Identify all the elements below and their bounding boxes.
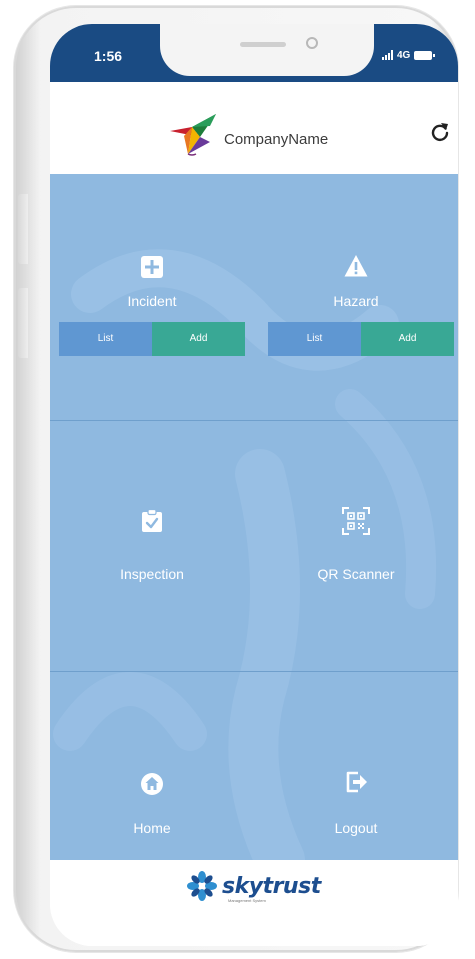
incident-add-button[interactable]: Add — [152, 322, 245, 356]
hazard-label: Hazard — [333, 293, 379, 309]
logout-icon — [346, 771, 367, 793]
qr-code-icon — [342, 507, 370, 535]
network-type: 4G — [397, 49, 411, 61]
signal-indicators: 4G — [382, 49, 436, 61]
hazard-add-button[interactable]: Add — [361, 322, 454, 356]
company-name: CompanyName — [224, 130, 329, 148]
hazard-tile[interactable]: Hazard List Add — [254, 174, 458, 420]
notch — [160, 24, 374, 76]
status-time: 1:56 — [94, 48, 123, 64]
phone-frame: 1:56 4G CompanyName Incident List Add Ha… — [14, 6, 458, 952]
home-label: Home — [133, 820, 171, 836]
qr-scanner-tile[interactable]: QR Scanner — [254, 421, 458, 671]
warning-triangle-icon — [344, 255, 368, 277]
app-footer: skytrust Management System — [50, 860, 458, 946]
plus-square-icon — [141, 256, 163, 278]
inspection-label: Inspection — [120, 566, 184, 582]
status-bar: 1:56 4G — [50, 24, 458, 82]
battery-icon — [414, 50, 436, 60]
incident-list-button[interactable]: List — [59, 322, 152, 356]
clipboard-check-icon — [142, 509, 162, 532]
grid-row-tools: Inspection QR Scanner — [50, 421, 458, 671]
skytrust-tagline: Management System — [228, 898, 266, 903]
kite-logo-icon — [170, 114, 216, 156]
logout-tile[interactable]: Logout — [254, 672, 458, 860]
hazard-actions: List Add — [268, 322, 454, 356]
incident-label: Incident — [127, 293, 177, 309]
refresh-icon[interactable] — [430, 122, 450, 142]
company-logo: CompanyName — [170, 112, 328, 158]
grid-row-navigation: Home Logout — [50, 672, 458, 860]
incident-actions: List Add — [59, 322, 245, 356]
phone-screen: 1:56 4G CompanyName Incident List Add Ha… — [50, 24, 458, 946]
side-button — [18, 288, 28, 358]
speaker — [240, 42, 286, 47]
skytrust-wordmark: skytrust — [222, 873, 321, 899]
dashboard-grid: Incident List Add Hazard List Add Inspec… — [50, 174, 458, 860]
skytrust-emblem-icon — [187, 871, 217, 901]
qr-scanner-label: QR Scanner — [317, 566, 395, 582]
signal-bars-icon — [382, 50, 393, 60]
grid-row-reports: Incident List Add Hazard List Add — [50, 174, 458, 420]
side-button — [18, 194, 28, 264]
app-header: CompanyName — [50, 82, 458, 174]
camera — [306, 37, 318, 49]
inspection-tile[interactable]: Inspection — [50, 421, 254, 671]
logout-label: Logout — [334, 820, 378, 836]
hazard-list-button[interactable]: List — [268, 322, 361, 356]
home-icon — [141, 773, 163, 795]
home-tile[interactable]: Home — [50, 672, 254, 860]
incident-tile[interactable]: Incident List Add — [50, 174, 254, 420]
